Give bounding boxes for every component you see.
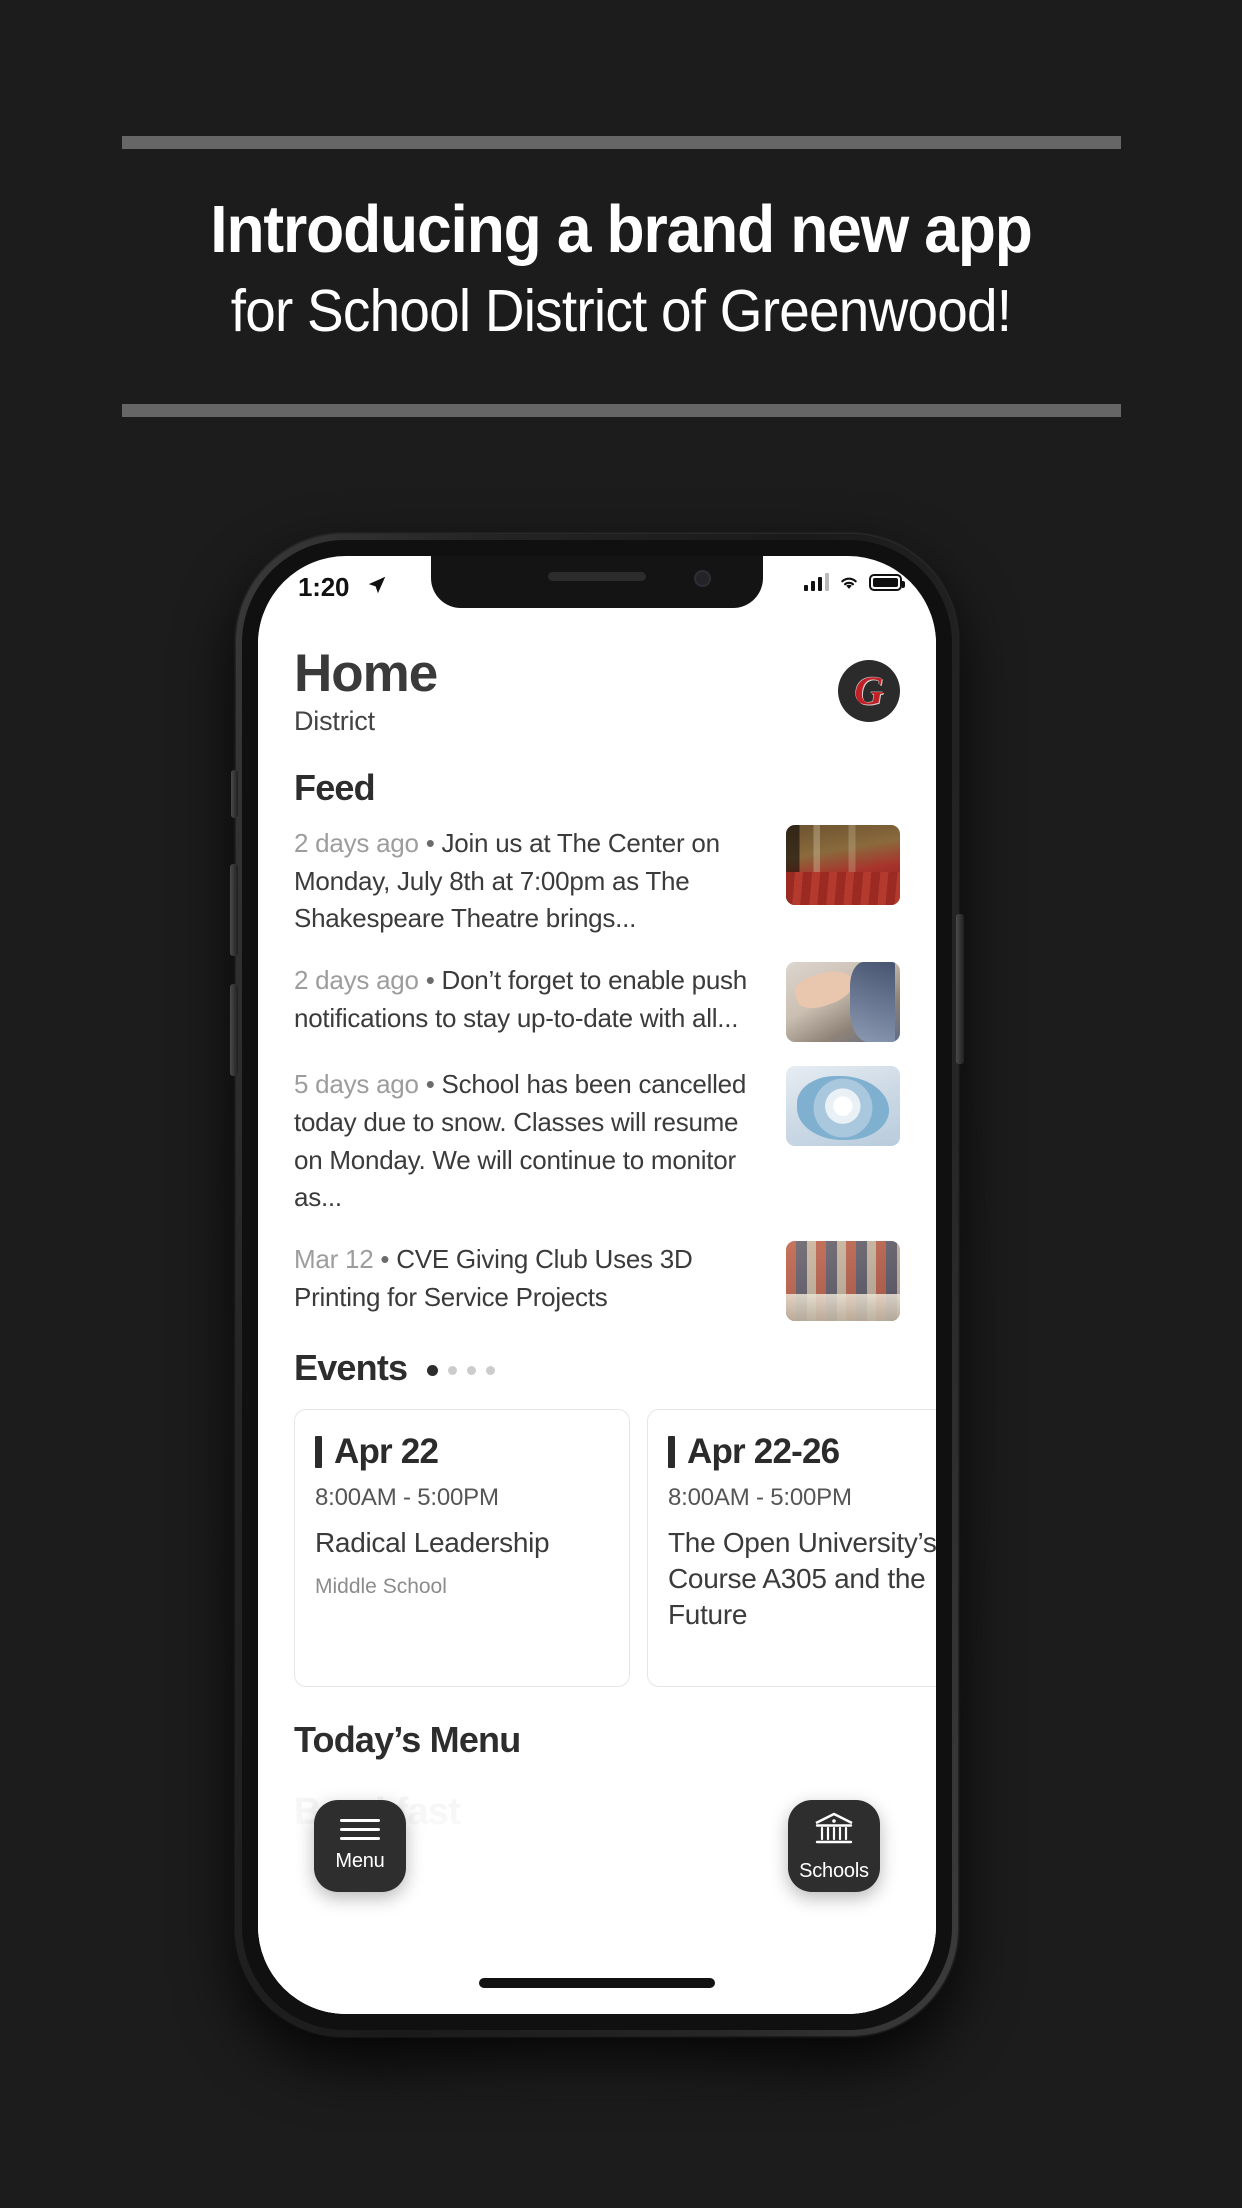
page-dot[interactable] xyxy=(486,1366,496,1376)
feed-item-date: Mar 12 xyxy=(294,1243,374,1274)
menu-fab-button[interactable]: Menu xyxy=(314,1800,406,1892)
event-accent-bar xyxy=(315,1435,322,1468)
feed-item-text: 5 days ago • School has been cancelled t… xyxy=(294,1066,768,1217)
battery-icon xyxy=(869,573,905,591)
feed-item-date: 5 days ago xyxy=(294,1069,419,1100)
phone-mockup: 1:20 Home District G Feed 2 days ago • J… xyxy=(196,514,1006,2094)
promo-subheadline: for School District of Greenwood! xyxy=(230,278,1012,344)
feed-item-separator: • xyxy=(380,1243,390,1274)
page-title: Home xyxy=(294,644,438,703)
page-subtitle: District xyxy=(294,706,375,737)
app-header: Home District G xyxy=(294,614,900,737)
event-name: The Open University’s Course A305 and th… xyxy=(668,1526,936,1630)
mute-switch[interactable] xyxy=(231,770,238,818)
feed-section-title: Feed xyxy=(294,767,376,809)
event-time: 8:00AM - 5:00PM xyxy=(668,1483,852,1511)
front-camera xyxy=(694,570,711,587)
school-building-icon xyxy=(815,1812,853,1843)
event-date: Apr 22 xyxy=(334,1431,439,1471)
event-date: Apr 22-26 xyxy=(687,1431,840,1471)
page-dot[interactable] xyxy=(448,1366,458,1376)
earpiece-speaker xyxy=(548,572,646,581)
wifi-icon xyxy=(841,577,857,589)
event-card[interactable]: Apr 22-26 8:00AM - 5:00PM The Open Unive… xyxy=(647,1408,936,1687)
event-card[interactable]: Apr 22 8:00AM - 5:00PM Radical Leadershi… xyxy=(294,1408,630,1687)
power-button[interactable] xyxy=(956,914,964,1064)
location-arrow-icon xyxy=(368,576,386,594)
event-date-row: Apr 22 xyxy=(315,1432,609,1472)
divider-bottom xyxy=(122,404,1121,417)
divider-top xyxy=(122,136,1121,149)
events-header: Events xyxy=(294,1347,900,1389)
status-indicators xyxy=(803,573,905,591)
menu-fab-label: Menu xyxy=(335,1850,385,1872)
feed-item[interactable]: 5 days ago • School has been cancelled t… xyxy=(294,1066,900,1217)
schools-fab-button[interactable]: Schools xyxy=(788,1800,880,1892)
feed-item-text: Mar 12 • CVE Giving Club Uses 3D Printin… xyxy=(294,1241,768,1316)
avatar-logo-letter: G xyxy=(854,668,884,713)
phone-screen: 1:20 Home District G Feed 2 days ago • J… xyxy=(258,556,936,2014)
notch xyxy=(431,556,763,608)
avatar[interactable]: G xyxy=(838,660,900,722)
volume-down-button[interactable] xyxy=(230,984,238,1076)
status-time: 1:20 xyxy=(298,572,350,602)
feed-item-separator: • xyxy=(425,965,435,996)
event-location: Middle School xyxy=(315,1574,447,1598)
feed-item-separator: • xyxy=(425,1069,435,1100)
hamburger-menu-icon xyxy=(340,1819,380,1840)
feed-item-separator: • xyxy=(425,828,435,859)
volume-up-button[interactable] xyxy=(230,864,238,956)
feed-item-date: 2 days ago xyxy=(294,965,419,996)
event-accent-bar xyxy=(668,1435,675,1468)
page-dot-active[interactable] xyxy=(427,1365,439,1377)
promo-headline: Introducing a brand new app xyxy=(210,192,1033,267)
events-pagination-dots[interactable] xyxy=(427,1359,496,1377)
feed-item[interactable]: 2 days ago • Don’t forget to enable push… xyxy=(294,962,900,1043)
event-time: 8:00AM - 5:00PM xyxy=(315,1483,499,1511)
events-carousel[interactable]: Apr 22 8:00AM - 5:00PM Radical Leadershi… xyxy=(294,1408,936,1687)
feed-item-thumbnail xyxy=(786,825,900,906)
events-section-title: Events xyxy=(294,1346,408,1388)
feed-item-thumbnail xyxy=(786,1240,900,1321)
feed-item-text: 2 days ago • Don’t forget to enable push… xyxy=(294,962,768,1037)
feed-item-text: 2 days ago • Join us at The Center on Mo… xyxy=(294,825,768,938)
home-indicator[interactable] xyxy=(479,1978,715,1988)
feed-item-thumbnail xyxy=(786,1066,900,1147)
cellular-signal-icon xyxy=(803,573,829,591)
promo-banner: Introducing a brand new app for School D… xyxy=(0,0,1242,480)
feed-list: 2 days ago • Join us at The Center on Mo… xyxy=(294,825,900,1321)
feed-item-thumbnail xyxy=(786,962,900,1043)
event-date-row: Apr 22-26 xyxy=(668,1432,936,1472)
feed-item[interactable]: 2 days ago • Join us at The Center on Mo… xyxy=(294,825,900,938)
feed-item-date: 2 days ago xyxy=(294,828,419,859)
schools-fab-label: Schools xyxy=(799,1859,869,1882)
feed-item[interactable]: Mar 12 • CVE Giving Club Uses 3D Printin… xyxy=(294,1240,900,1321)
menu-section-title: Today’s Menu xyxy=(294,1718,521,1760)
page-dot[interactable] xyxy=(467,1366,477,1376)
event-name: Radical Leadership xyxy=(315,1526,550,1558)
app-header-text: Home District xyxy=(294,644,438,737)
phone-body: 1:20 Home District G Feed 2 days ago • J… xyxy=(230,534,964,2036)
